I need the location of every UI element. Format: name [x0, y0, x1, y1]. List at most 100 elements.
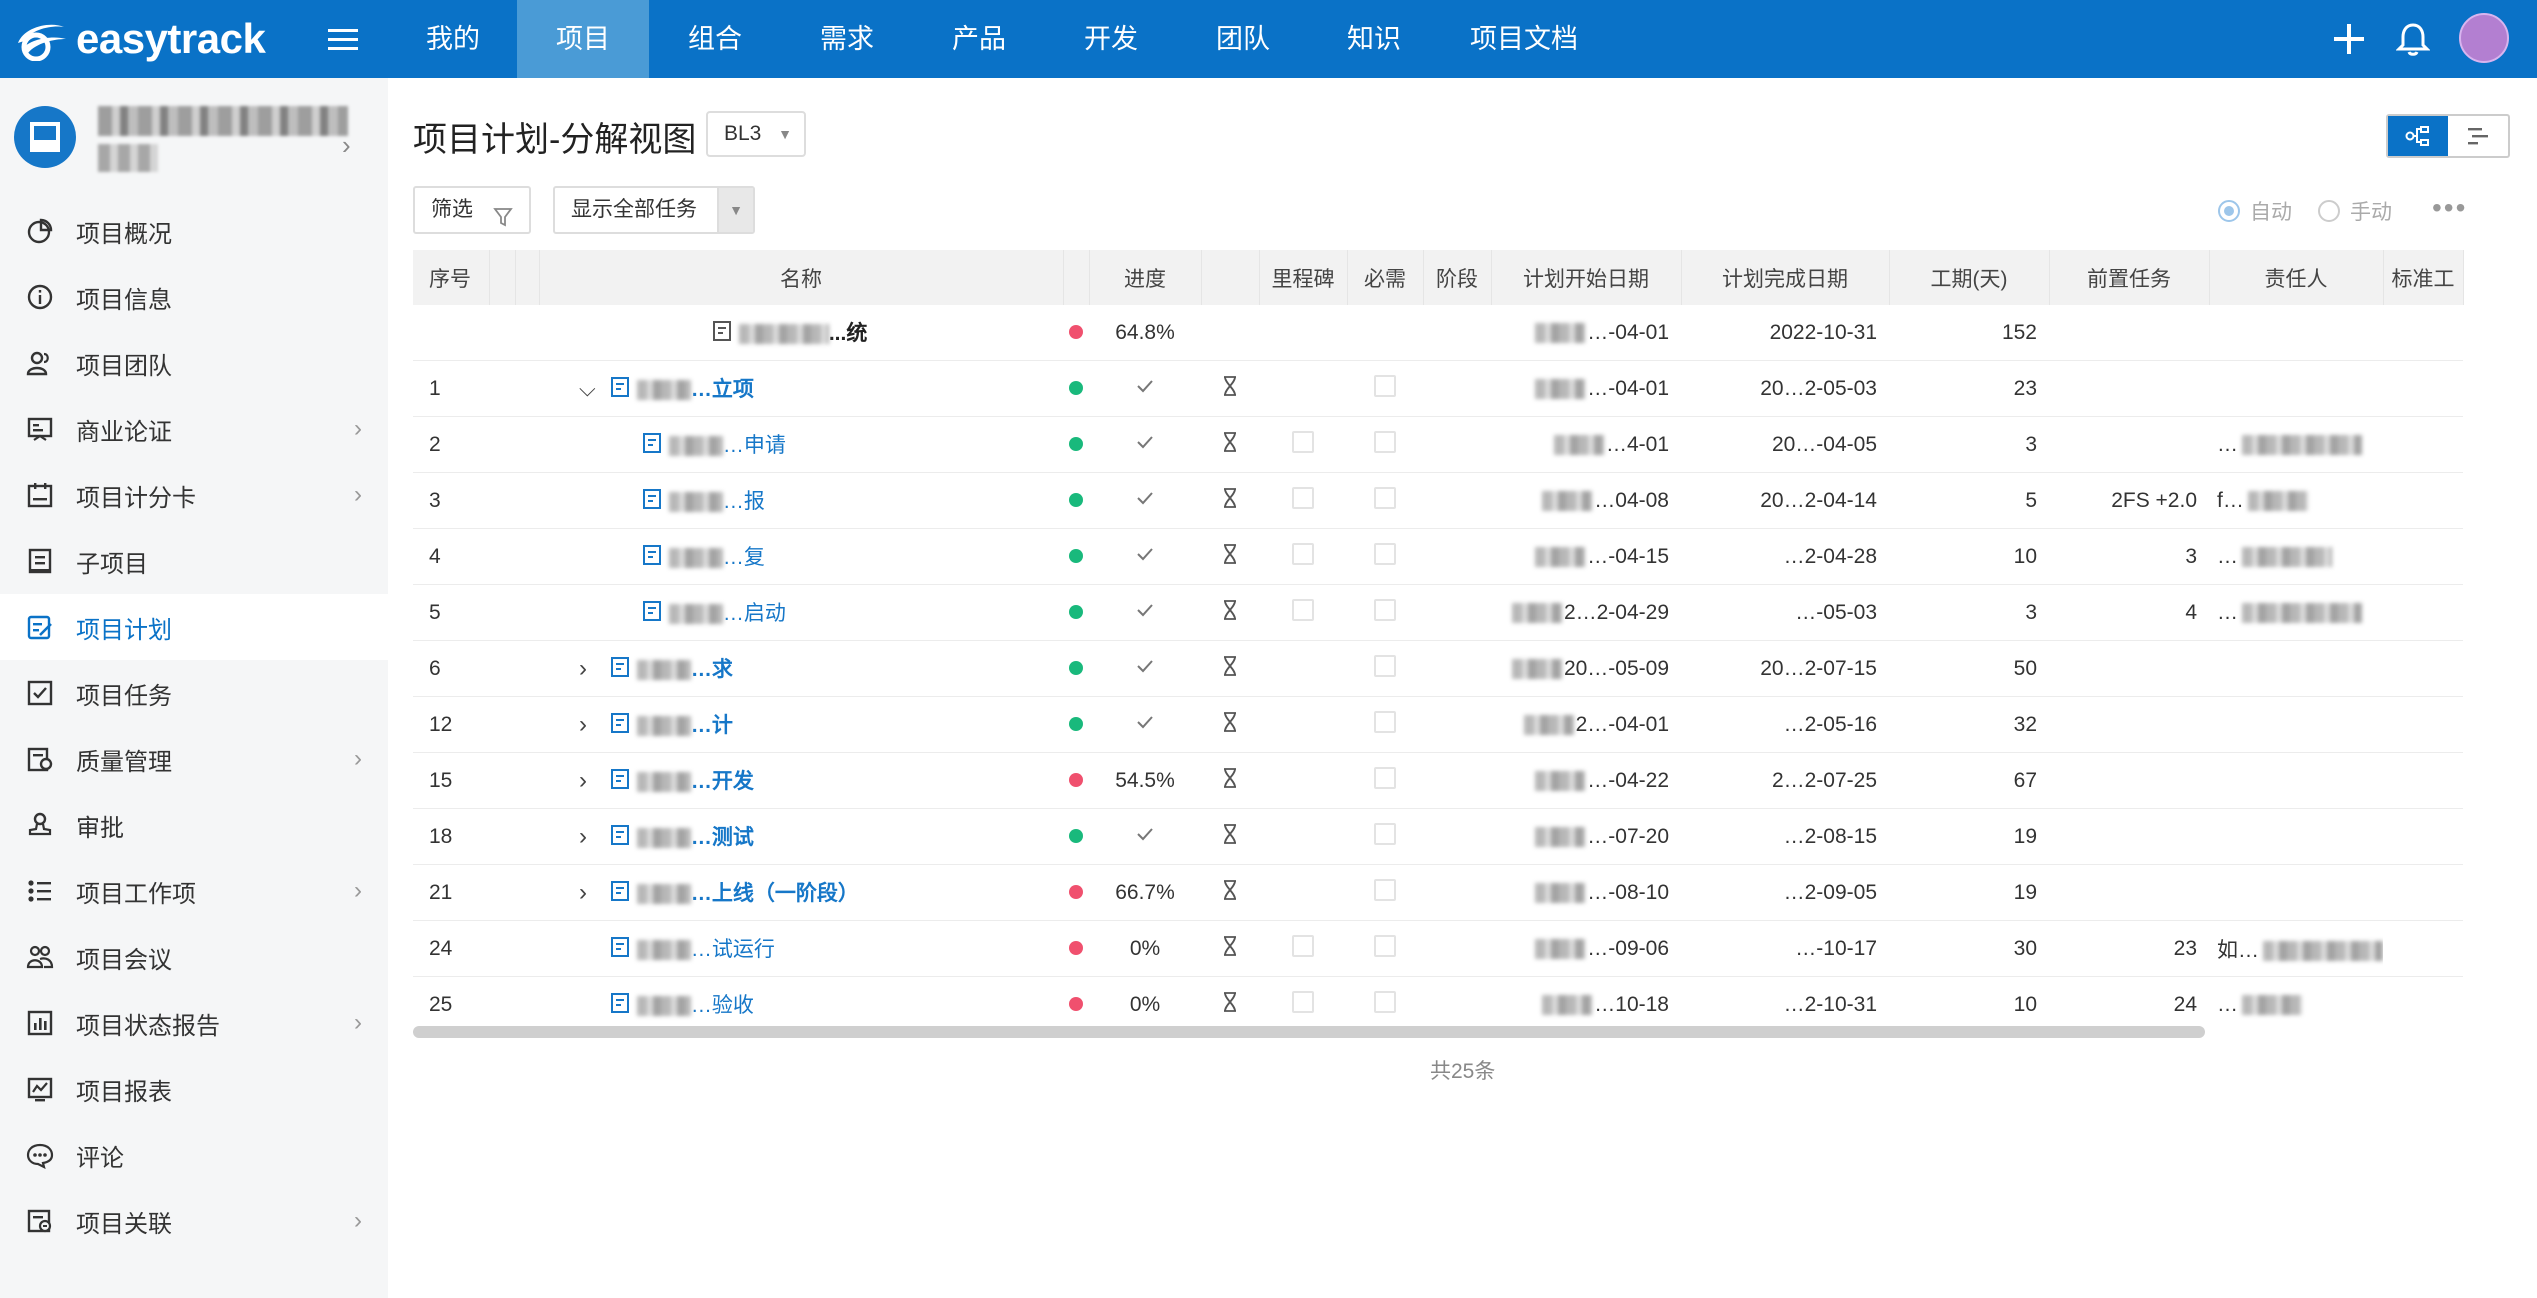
col-phase[interactable]: 阶段 — [1423, 250, 1492, 305]
sidebar-item-status-report[interactable]: 项目状态报告 › — [0, 990, 388, 1056]
sidebar-item-plan[interactable]: 项目计划 — [0, 594, 388, 660]
tree-view-icon[interactable] — [2388, 116, 2448, 156]
chevron-right-icon[interactable]: › — [342, 130, 351, 161]
nav-item-products[interactable]: 产品 — [913, 0, 1045, 78]
col-plan-end[interactable]: 计划完成日期 — [1681, 250, 1890, 305]
col-predecessor[interactable]: 前置任务 — [2049, 250, 2210, 305]
cell-name[interactable]: …申请 — [539, 416, 1063, 473]
hourglass-icon[interactable] — [1221, 431, 1239, 458]
milestone-checkbox[interactable] — [1292, 486, 1314, 509]
task-name[interactable]: …立项 — [691, 378, 754, 401]
nav-item-mine[interactable]: 我的 — [389, 0, 517, 78]
hourglass-icon[interactable] — [1221, 543, 1239, 570]
cell-name[interactable]: ...统 — [539, 305, 1063, 361]
cell-name[interactable]: …复 — [539, 528, 1063, 585]
hourglass-icon[interactable] — [1221, 375, 1239, 402]
cell-name[interactable]: ⌵ …立项 — [539, 360, 1063, 417]
cell-name[interactable]: …试运行 — [539, 920, 1063, 977]
required-checkbox[interactable] — [1374, 374, 1396, 397]
required-checkbox[interactable] — [1374, 710, 1396, 733]
cell-name[interactable]: › …上线（一阶段） — [539, 864, 1063, 921]
col-required[interactable]: 必需 — [1347, 250, 1424, 305]
nav-item-team[interactable]: 团队 — [1177, 0, 1309, 78]
sidebar-item-workitems[interactable]: 项目工作项 › — [0, 858, 388, 924]
task-name[interactable]: …试运行 — [691, 938, 775, 961]
task-name[interactable]: …启动 — [723, 602, 786, 625]
task-name[interactable]: …报 — [723, 490, 765, 513]
sidebar-item-reports[interactable]: 项目报表 — [0, 1056, 388, 1122]
baseline-select[interactable]: BL3 ▼ — [706, 111, 806, 157]
col-progress[interactable]: 进度 — [1089, 250, 1202, 305]
filter-button[interactable]: 筛选 — [413, 186, 531, 234]
nav-item-projects[interactable]: 项目 — [517, 0, 649, 78]
table-row[interactable]: 15 › …开发 54.5% …-04-22 2…2-07-25 67 — [413, 752, 2463, 809]
table-row[interactable]: ...统 64.8% …-04-01 2022-10-31 152 — [413, 305, 2463, 361]
task-name[interactable]: …上线（一阶段） — [691, 882, 859, 905]
task-name[interactable]: …复 — [723, 546, 765, 569]
milestone-checkbox[interactable] — [1292, 934, 1314, 957]
task-name[interactable]: …测试 — [691, 826, 754, 849]
milestone-checkbox[interactable] — [1292, 430, 1314, 453]
sidebar-item-overview[interactable]: 项目概况 — [0, 198, 388, 264]
collapse-chevron-icon[interactable]: ⌵ — [579, 376, 603, 402]
hourglass-icon[interactable] — [1221, 991, 1239, 1018]
task-name[interactable]: …开发 — [691, 770, 754, 793]
task-name[interactable]: …求 — [691, 658, 733, 681]
milestone-checkbox[interactable] — [1292, 990, 1314, 1013]
task-scope-select[interactable]: 显示全部任务 ▼ — [553, 186, 755, 234]
col-owner[interactable]: 责任人 — [2209, 250, 2384, 305]
add-icon[interactable] — [2326, 16, 2372, 62]
sidebar-item-tasks[interactable]: 项目任务 — [0, 660, 388, 726]
task-name[interactable]: …验收 — [691, 994, 754, 1017]
required-checkbox[interactable] — [1374, 934, 1396, 957]
table-row[interactable]: 6 › …求 20…-05-09 20…2-07-15 50 — [413, 640, 2463, 697]
sidebar-item-info[interactable]: 项目信息 — [0, 264, 388, 330]
task-name[interactable]: …申请 — [723, 434, 786, 457]
required-checkbox[interactable] — [1374, 654, 1396, 677]
required-checkbox[interactable] — [1374, 542, 1396, 565]
required-checkbox[interactable] — [1374, 878, 1396, 901]
sidebar-item-subproject[interactable]: 子项目 — [0, 528, 388, 594]
cell-name[interactable]: › …测试 — [539, 808, 1063, 865]
radio-auto[interactable] — [2218, 200, 2240, 222]
user-avatar[interactable] — [2459, 13, 2509, 63]
col-name[interactable]: 名称 — [539, 250, 1064, 305]
expand-chevron-icon[interactable]: › — [579, 655, 603, 683]
sidebar-item-meeting[interactable]: 项目会议 — [0, 924, 388, 990]
menu-toggle-icon[interactable] — [326, 22, 360, 56]
col-duration[interactable]: 工期(天) — [1889, 250, 2050, 305]
gantt-view-icon[interactable] — [2448, 116, 2508, 156]
more-options-icon[interactable]: ••• — [2432, 192, 2467, 224]
table-row[interactable]: 2 …申请 …4-01 20…-04-05 3 … — [413, 416, 2463, 473]
sidebar-item-comments[interactable]: 评论 — [0, 1122, 388, 1188]
hourglass-icon[interactable] — [1221, 767, 1239, 794]
nav-item-project-docs[interactable]: 项目文档 — [1439, 0, 1609, 78]
expand-chevron-icon[interactable]: › — [579, 711, 603, 739]
hourglass-icon[interactable] — [1221, 879, 1239, 906]
radio-manual[interactable] — [2318, 200, 2340, 222]
nav-item-portfolio[interactable]: 组合 — [649, 0, 781, 78]
required-checkbox[interactable] — [1374, 990, 1396, 1013]
cell-name[interactable]: › …开发 — [539, 752, 1063, 809]
required-checkbox[interactable] — [1374, 598, 1396, 621]
hourglass-icon[interactable] — [1221, 655, 1239, 682]
col-plan-start[interactable]: 计划开始日期 — [1491, 250, 1682, 305]
project-header[interactable]: › — [14, 106, 374, 186]
sidebar-item-links[interactable]: 项目关联 › — [0, 1188, 388, 1254]
col-seq[interactable]: 序号 — [413, 250, 490, 305]
col-standard-work[interactable]: 标准工 — [2383, 250, 2464, 305]
table-row[interactable]: 4 …复 …-04-15 …2-04-28 10 3 … — [413, 528, 2463, 585]
hourglass-icon[interactable] — [1221, 823, 1239, 850]
cell-name[interactable]: › …求 — [539, 640, 1063, 697]
hourglass-icon[interactable] — [1221, 711, 1239, 738]
table-row[interactable]: 5 …启动 2…2-04-29 …-05-03 3 4 … — [413, 584, 2463, 641]
sidebar-item-approval[interactable]: 审批 — [0, 792, 388, 858]
expand-chevron-icon[interactable]: › — [579, 879, 603, 907]
bell-icon[interactable] — [2390, 16, 2436, 62]
horizontal-scrollbar[interactable] — [413, 1026, 2205, 1038]
hourglass-icon[interactable] — [1221, 935, 1239, 962]
nav-item-knowledge[interactable]: 知识 — [1309, 0, 1439, 78]
table-row[interactable]: 24 …试运行 0% …-09-06 …-10-17 30 23 如… — [413, 920, 2463, 977]
table-row[interactable]: 21 › …上线（一阶段） 66.7% …-08-10 …2-09-05 19 — [413, 864, 2463, 921]
brand-logo[interactable]: easytrack — [14, 12, 266, 66]
